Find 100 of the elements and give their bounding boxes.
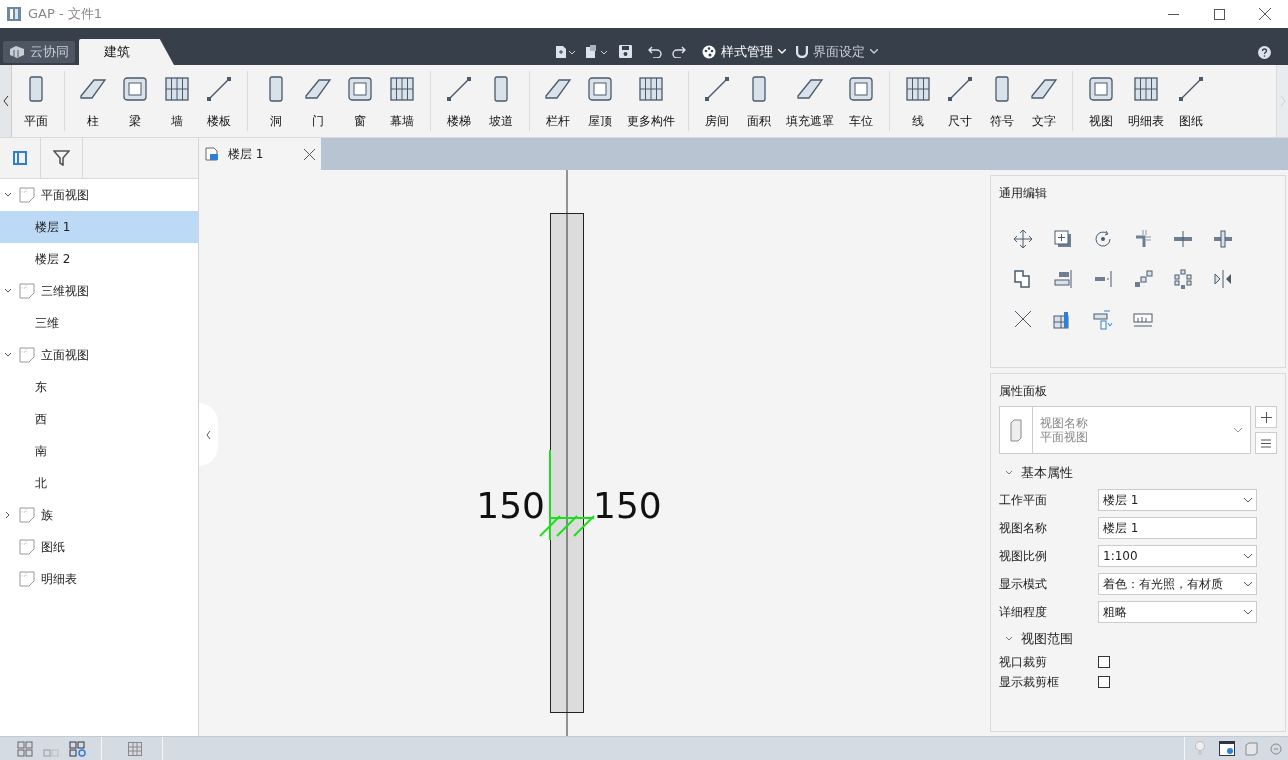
- plus-icon: [1260, 411, 1272, 423]
- ribbon-tool[interactable]: 线: [897, 65, 939, 137]
- property-dropdown[interactable]: 着色：有光照，有材质: [1098, 573, 1257, 595]
- add-button[interactable]: [1255, 406, 1277, 428]
- ribbon-tool[interactable]: 文字: [1023, 65, 1065, 137]
- ribbon-tool[interactable]: 柱: [72, 65, 114, 137]
- property-label: 显示模式: [999, 576, 1048, 593]
- align-icon[interactable]: [1052, 268, 1074, 290]
- ribbon-tool[interactable]: 明细表: [1122, 65, 1170, 137]
- app-logo-icon: [6, 6, 22, 22]
- property-label: 视口裁剪: [999, 654, 1048, 671]
- ribbon-tool[interactable]: 洞: [255, 65, 297, 137]
- document-icon: [205, 147, 219, 161]
- type-selector[interactable]: 视图名称 平面视图: [999, 406, 1251, 454]
- settings-button[interactable]: [1255, 432, 1277, 454]
- split-icon[interactable]: [1172, 228, 1194, 250]
- app-tab[interactable]: 云协同: [3, 41, 75, 63]
- sheet-icon: [19, 539, 35, 555]
- chevron-down-icon[interactable]: [4, 351, 12, 359]
- close-icon[interactable]: [304, 148, 315, 160]
- ribbon-tool[interactable]: 视图: [1080, 65, 1122, 137]
- move-icon[interactable]: [1012, 228, 1034, 250]
- ribbon-tool[interactable]: 图纸: [1170, 65, 1212, 137]
- sheet-icon: [19, 571, 35, 587]
- close-icon: [1259, 8, 1271, 20]
- save-icon[interactable]: [619, 45, 632, 59]
- panel-icon: [13, 151, 27, 165]
- checkbox[interactable]: [1098, 676, 1110, 688]
- chevron-left-icon: [2, 96, 9, 106]
- chevron-down-icon: [1234, 427, 1242, 433]
- property-label: 视图比例: [999, 548, 1048, 565]
- ribbon-tool[interactable]: 屋顶: [579, 65, 621, 137]
- chevron-right-icon[interactable]: [4, 511, 12, 519]
- ribbon-tool[interactable]: 面积: [738, 65, 780, 137]
- frame-icon: [1086, 74, 1116, 104]
- document-tab[interactable]: 楼层 1: [199, 138, 321, 170]
- split-gap-icon[interactable]: [1212, 228, 1234, 250]
- ribbon-tool[interactable]: 幕墙: [381, 65, 423, 137]
- delete-icon[interactable]: [1012, 308, 1034, 330]
- redo-icon[interactable]: [672, 45, 686, 59]
- property-dropdown[interactable]: 楼层 1: [1098, 489, 1257, 511]
- ribbon-tool[interactable]: 楼板: [198, 65, 240, 137]
- frame-icon: [345, 74, 375, 104]
- window-icon[interactable]: [1219, 741, 1235, 756]
- collapse-panel-handle[interactable]: [199, 403, 218, 466]
- ribbon-tool[interactable]: 填充遮罩: [780, 65, 840, 137]
- style-menu[interactable]: 样式管理: [702, 42, 786, 62]
- ribbon-tool[interactable]: 符号: [981, 65, 1023, 137]
- ribbon-tool[interactable]: 栏杆: [537, 65, 579, 137]
- chevron-down-icon: [1244, 609, 1252, 615]
- mirror-icon[interactable]: [1212, 268, 1234, 290]
- property-label: 视图名称: [999, 520, 1048, 537]
- line-tool-icon: [702, 74, 732, 104]
- line-tool-icon: [444, 74, 474, 104]
- property-input-field[interactable]: 楼层 1: [1098, 517, 1257, 539]
- grid-view-icon[interactable]: [17, 740, 33, 757]
- frame-icon: [585, 74, 615, 104]
- grid-refresh-icon[interactable]: [69, 740, 87, 757]
- ribbon-tool[interactable]: 梁: [114, 65, 156, 137]
- rotate-icon[interactable]: [1092, 228, 1114, 250]
- section-header[interactable]: 视图范围: [999, 626, 1257, 652]
- app-tab[interactable]: 建筑: [79, 39, 174, 65]
- undo-icon[interactable]: [648, 45, 662, 59]
- ribbon-tool[interactable]: 门: [297, 65, 339, 137]
- copy-icon[interactable]: [1052, 228, 1074, 250]
- chevron-down-icon[interactable]: [4, 191, 12, 199]
- table-icon[interactable]: [128, 741, 142, 756]
- circular-array-icon[interactable]: [1172, 268, 1194, 290]
- property-label: 详细程度: [999, 604, 1048, 621]
- checkbox[interactable]: [1098, 656, 1110, 668]
- type-name: 视图名称: [1040, 416, 1089, 430]
- section-header[interactable]: 基本属性: [999, 460, 1257, 486]
- tree-item[interactable]: 楼层 1: [0, 211, 198, 243]
- ui-settings-menu[interactable]: 界面设定: [796, 42, 878, 62]
- frame-icon: [120, 74, 150, 104]
- swap-icon[interactable]: [1092, 308, 1114, 330]
- ribbon-tool[interactable]: 坡道: [480, 65, 522, 137]
- ribbon-tool[interactable]: 窗: [339, 65, 381, 137]
- line-tool-icon: [1176, 74, 1206, 104]
- paste-icon[interactable]: [585, 44, 609, 59]
- cube-icon[interactable]: [1245, 741, 1258, 756]
- ribbon-tool[interactable]: 更多构件: [621, 65, 681, 137]
- maximize-icon: [1213, 8, 1225, 20]
- ribbon-tool[interactable]: 平面: [15, 65, 57, 137]
- ribbon-tool[interactable]: 尺寸: [939, 65, 981, 137]
- help-icon[interactable]: [1258, 46, 1271, 59]
- chevron-down-icon[interactable]: [4, 287, 12, 295]
- property-dropdown[interactable]: 1:100: [1098, 545, 1257, 567]
- ribbon-tool[interactable]: 楼梯: [438, 65, 480, 137]
- ribbon-tool[interactable]: 房间: [696, 65, 738, 137]
- array-icon[interactable]: [1132, 268, 1154, 290]
- window-title: GAP - 文件1: [28, 5, 103, 24]
- offset-icon[interactable]: [1092, 268, 1114, 290]
- sheet-icon: [19, 187, 35, 203]
- ribbon-tool[interactable]: 车位: [840, 65, 882, 137]
- ribbon-tool[interactable]: 墙: [156, 65, 198, 137]
- new-file-icon[interactable]: [555, 44, 575, 59]
- property-dropdown[interactable]: 粗略: [1098, 601, 1257, 623]
- palette-icon: [702, 44, 716, 59]
- grid-icon: [1131, 74, 1161, 104]
